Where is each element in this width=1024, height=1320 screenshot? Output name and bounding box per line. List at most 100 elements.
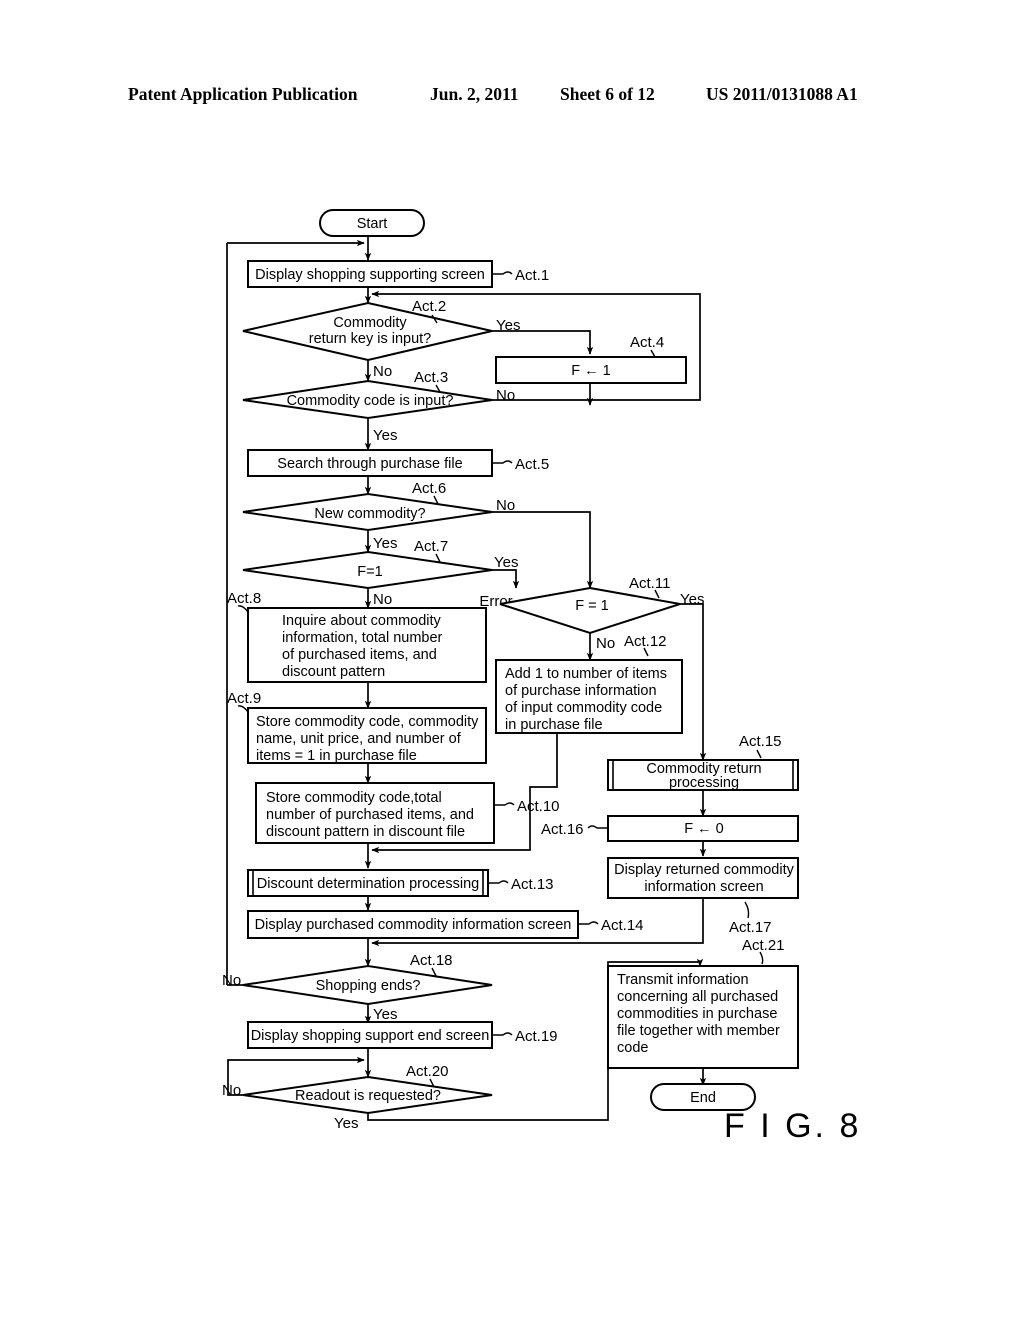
figure-label: F I G. 8 [724,1107,861,1145]
node-act18: Shopping ends? Act.18 No Yes [222,952,493,1023]
tag-act4: Act.4 [630,334,664,351]
node-act6-label: New commodity? [314,506,425,522]
node-act16: F ← 0 Act.16 [541,815,799,842]
terminator-end-label: End [690,1090,716,1106]
tag-act8: Act.8 [227,590,261,607]
branch-act6-yes: Yes [373,535,397,552]
node-act8: Inquire about commodity information, tot… [227,590,487,683]
node-act10-label-line1: Store commodity code,total [266,790,442,806]
node-act21-label-line4: file together with member [617,1023,780,1039]
node-act9-label-line2: name, unit price, and number of [256,731,462,747]
branch-act6-no: No [496,497,515,514]
node-act10-label-line2: number of purchased items, and [266,807,474,823]
branch-act3-no: No [496,387,515,404]
node-act8-label-line3: of purchased items, and [282,647,437,663]
node-act3: Commodity code is input? Act.3 No Yes [242,369,515,444]
branch-act11-no: No [596,635,615,652]
node-act12: Add 1 to number of items of purchase inf… [495,633,683,734]
line-act11yes-act15 [680,603,707,761]
branch-act2-yes: Yes [496,317,520,334]
node-act8-label-line4: discount pattern [282,664,385,680]
tag-act12: Act.12 [624,633,667,650]
node-act15-label-line2: processing [669,775,739,791]
terminator-start-label: Start [357,216,388,232]
node-act10: Store commodity code,total number of pur… [255,782,560,844]
branch-act18-yes: Yes [373,1006,397,1023]
node-act3-label: Commodity code is input? [287,393,454,409]
tag-act19: Act.19 [515,1028,558,1045]
tag-act3: Act.3 [414,369,448,386]
node-act18-label: Shopping ends? [316,978,421,994]
node-act11: F = 1 Act.11 Yes No [499,575,704,652]
node-act14: Display purchased commodity information … [247,910,644,939]
node-act12-label-line3: of input commodity code [505,700,662,716]
node-act21-label-line5: code [617,1040,648,1056]
node-act9-label-line3: items = 1 in purchase file [256,748,417,764]
node-act5-label: Search through purchase file [277,456,462,472]
node-act1-label: Display shopping supporting screen [255,267,485,283]
node-act21-label-line3: commodities in purchase [617,1006,777,1022]
terminator-start: Start [319,209,425,237]
branch-act2-no: No [373,363,392,380]
patent-page: Patent Application Publication Jun. 2, 2… [0,0,1024,1320]
tag-act10: Act.10 [517,798,560,815]
node-act9-label-line1: Store commodity code, commodity [256,714,479,730]
tag-act21: Act.21 [742,937,785,954]
node-act10-label-line3: discount pattern in discount file [266,824,465,840]
tag-act18: Act.18 [410,952,453,969]
branch-act3-yes: Yes [373,427,397,444]
node-act9: Store commodity code, commodity name, un… [227,690,487,764]
branch-act18-no: No [222,972,241,989]
node-act21-label-line2: concerning all purchased [617,989,778,1005]
node-act8-label-line1: Inquire about commodity [282,613,442,629]
branch-act11-yes: Yes [680,591,704,608]
node-act6: New commodity? Act.6 No Yes [242,480,515,552]
node-act13-label: Discount determination processing [257,876,479,892]
line-act7yes-error [492,569,520,589]
line-act6no-act11 [492,511,594,589]
node-act2-label-line1: Commodity [333,315,407,331]
tag-act7: Act.7 [414,538,448,555]
node-act11-label: F = 1 [575,598,608,614]
node-act14-label: Display purchased commodity information … [255,917,572,933]
node-act19: Display shopping support end screen Act.… [247,1021,558,1049]
node-act17-label-line2: information screen [644,879,763,895]
node-act19-label: Display shopping support end screen [251,1028,490,1044]
branch-act7-no: No [373,591,392,608]
tag-act16: Act.16 [541,821,584,838]
node-act13: Discount determination processing Act.13 [247,869,554,897]
node-act7-label: F=1 [357,564,382,580]
node-act21: Transmit information concerning all purc… [607,937,799,1069]
node-act4: F ← 1 Act.4 [495,334,687,384]
branch-act20-no: No [222,1082,241,1099]
tag-act17: Act.17 [729,919,772,936]
node-act12-label-line4: in purchase file [505,717,603,733]
tag-act9: Act.9 [227,690,261,707]
node-act21-label-line1: Transmit information [617,972,749,988]
node-act5: Search through purchase file Act.5 [247,449,549,477]
tag-act14: Act.14 [601,917,644,934]
tag-act15: Act.15 [739,733,782,750]
tag-act2: Act.2 [412,298,446,315]
node-act12-label-line2: of purchase information [505,683,657,699]
tag-act13: Act.13 [511,876,554,893]
line-act2yes-act4 [492,330,594,355]
tag-act20: Act.20 [406,1063,449,1080]
tag-act6: Act.6 [412,480,446,497]
node-act16-label: F ← 0 [684,821,723,837]
flowchart-figure: Start Display shopping supporting screen… [222,209,861,1145]
tag-act1: Act.1 [515,267,549,284]
tag-act11: Act.11 [629,575,670,592]
branch-act20-yes: Yes [334,1115,358,1132]
node-act2: Commodity return key is input? Act.2 Yes… [242,298,520,380]
node-act12-label-line1: Add 1 to number of items [505,666,667,682]
node-act2-label-line2: return key is input? [309,331,432,347]
node-act1: Display shopping supporting screen Act.1 [247,260,549,288]
tag-act5: Act.5 [515,456,549,473]
node-act4-label: F ← 1 [571,363,610,379]
node-act8-label-line2: information, total number [282,630,443,646]
node-act17-label-line1: Display returned commodity [614,862,794,878]
node-act20: Readout is requested? Act.20 No Yes [222,1063,493,1132]
branch-act7-yes: Yes [494,554,518,571]
node-act20-label: Readout is requested? [295,1088,441,1104]
